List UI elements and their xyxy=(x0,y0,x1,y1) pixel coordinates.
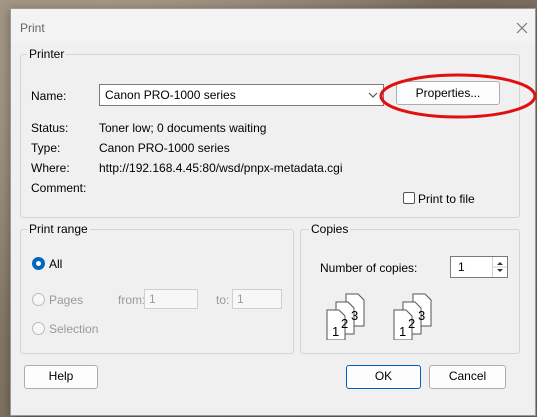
pages-label: Pages xyxy=(49,293,84,307)
printer-group-legend: Printer xyxy=(27,47,67,61)
print-range-legend: Print range xyxy=(27,222,90,236)
collate-digit-1: 1 xyxy=(332,324,339,339)
print-to-file-checkbox[interactable] xyxy=(403,192,415,204)
to-input[interactable]: 1 xyxy=(232,289,282,309)
status-value: Toner low; 0 documents waiting xyxy=(99,121,267,135)
all-label: All xyxy=(49,257,63,271)
ok-button[interactable]: OK xyxy=(346,365,421,389)
collate-icon: 3 2 1 3 2 1 xyxy=(326,290,466,343)
name-label: Name: xyxy=(31,89,67,103)
status-label: Status: xyxy=(31,121,69,135)
stepper-arrows-icon[interactable] xyxy=(492,257,507,277)
collate-digit-3: 3 xyxy=(351,308,358,323)
pages-radio[interactable] xyxy=(32,293,45,306)
from-label: from: xyxy=(118,293,146,307)
cancel-button[interactable]: Cancel xyxy=(429,365,506,389)
printer-name-value: Canon PRO-1000 series xyxy=(105,88,236,102)
where-value: http://192.168.4.45:80/wsd/pnpx-metadata… xyxy=(99,161,343,175)
annotation-ellipse xyxy=(378,72,537,120)
from-input[interactable]: 1 xyxy=(144,289,198,309)
help-button[interactable]: Help xyxy=(24,365,98,389)
dialog-title: Print xyxy=(20,21,45,35)
selection-radio[interactable] xyxy=(32,322,45,335)
close-icon[interactable] xyxy=(513,19,531,37)
where-label: Where: xyxy=(31,161,70,175)
collate-digit-2: 2 xyxy=(341,316,348,331)
copies-stepper[interactable]: 1 xyxy=(450,256,508,278)
to-label: to: xyxy=(216,293,230,307)
copies-value: 1 xyxy=(458,260,465,274)
title-bar: Print xyxy=(11,9,535,43)
copies-legend: Copies xyxy=(309,222,351,236)
selection-label: Selection xyxy=(49,322,99,336)
collate-digit-2: 2 xyxy=(408,316,415,331)
all-radio[interactable] xyxy=(32,257,45,270)
type-label: Type: xyxy=(31,141,61,155)
collate-digit-1: 1 xyxy=(399,324,406,339)
type-value: Canon PRO-1000 series xyxy=(99,141,230,155)
collate-digit-3: 3 xyxy=(418,308,425,323)
printer-name-select[interactable]: Canon PRO-1000 series xyxy=(99,84,384,106)
print-to-file-label: Print to file xyxy=(418,192,475,206)
comment-label: Comment: xyxy=(31,181,87,195)
number-of-copies-label: Number of copies: xyxy=(320,261,418,275)
